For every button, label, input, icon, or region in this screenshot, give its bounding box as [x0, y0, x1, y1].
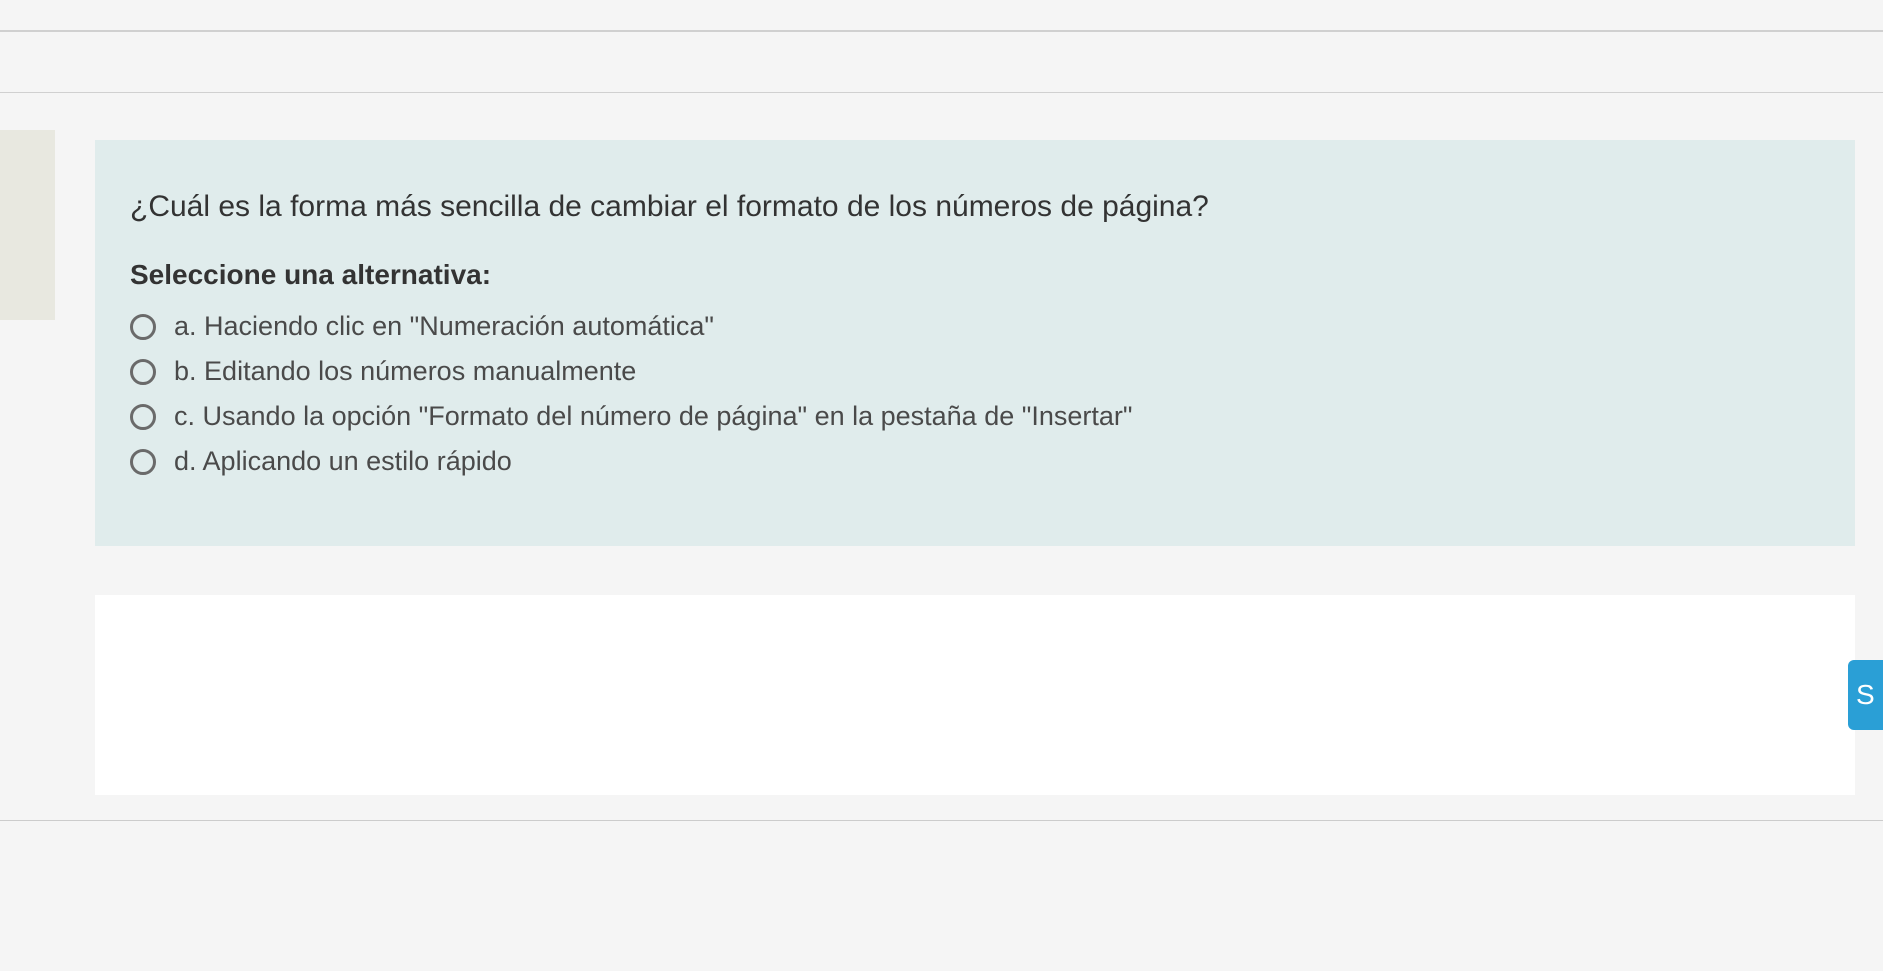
radio-button-d[interactable]: [130, 449, 156, 475]
top-divider-2: [0, 92, 1883, 93]
submit-button[interactable]: S: [1848, 660, 1883, 730]
option-text-d: Aplicando un estilo rápido: [203, 446, 512, 476]
option-label-d[interactable]: d. Aplicando un estilo rápido: [174, 446, 512, 477]
radio-button-c[interactable]: [130, 404, 156, 430]
question-text: ¿Cuál es la forma más sencilla de cambia…: [130, 190, 1820, 224]
instruction-text: Seleccione una alternativa:: [130, 259, 1820, 291]
option-label-c[interactable]: c. Usando la opción "Formato del número …: [174, 401, 1132, 432]
option-label-b[interactable]: b. Editando los números manualmente: [174, 356, 636, 387]
question-container: ¿Cuál es la forma más sencilla de cambia…: [95, 140, 1855, 546]
option-row-d[interactable]: d. Aplicando un estilo rápido: [130, 446, 1820, 477]
answer-area: [95, 595, 1855, 795]
option-row-b[interactable]: b. Editando los números manualmente: [130, 356, 1820, 387]
option-row-a[interactable]: a. Haciendo clic en "Numeración automáti…: [130, 311, 1820, 342]
bottom-divider: [0, 820, 1883, 821]
radio-button-a[interactable]: [130, 314, 156, 340]
option-letter-d: d.: [174, 446, 197, 476]
option-letter-a: a.: [174, 311, 197, 341]
option-letter-c: c.: [174, 401, 195, 431]
radio-button-b[interactable]: [130, 359, 156, 385]
option-row-c[interactable]: c. Usando la opción "Formato del número …: [130, 401, 1820, 432]
top-divider: [0, 30, 1883, 32]
option-text-a: Haciendo clic en "Numeración automática": [204, 311, 714, 341]
option-label-a[interactable]: a. Haciendo clic en "Numeración automáti…: [174, 311, 714, 342]
option-text-b: Editando los números manualmente: [204, 356, 636, 386]
sidebar-placeholder: [0, 130, 55, 320]
submit-label: S: [1856, 679, 1875, 711]
option-text-c: Usando la opción "Formato del número de …: [203, 401, 1133, 431]
option-letter-b: b.: [174, 356, 197, 386]
